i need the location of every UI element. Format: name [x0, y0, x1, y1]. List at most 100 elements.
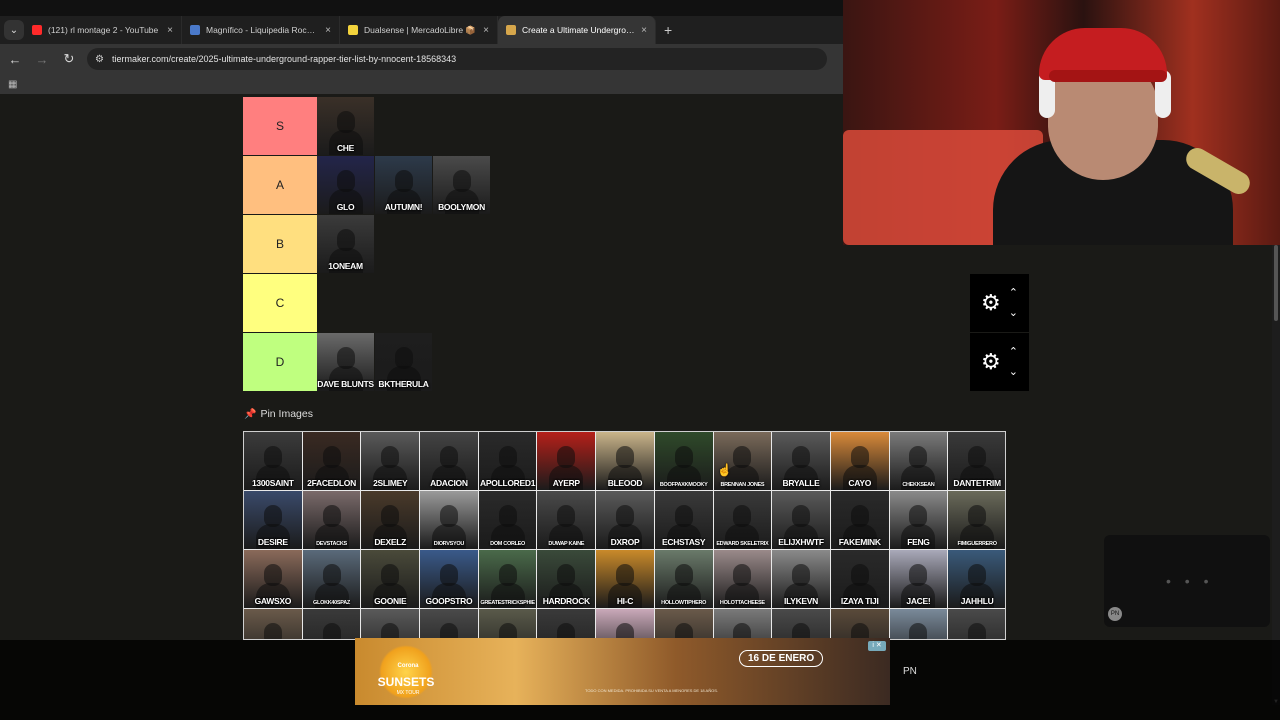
- rapper-card[interactable]: FAKEMINK: [830, 491, 890, 550]
- rapper-card[interactable]: CAYO: [830, 432, 890, 491]
- rapper-card[interactable]: HI-C: [596, 550, 655, 609]
- rapper-card[interactable]: 2SLIMEY: [361, 432, 421, 491]
- scrollbar-thumb[interactable]: [1274, 245, 1278, 321]
- rapper-card[interactable]: HOLOTTACHEESE: [713, 550, 773, 609]
- rapper-card[interactable]: HARDROCK: [537, 550, 597, 609]
- site-info-icon[interactable]: ⚙: [95, 54, 104, 65]
- rapper-card[interactable]: DANTETRIM: [948, 432, 1005, 491]
- side-widget[interactable]: • • • PN: [1104, 535, 1270, 627]
- rapper-card[interactable]: ELIJXHWTF: [772, 491, 831, 550]
- rapper-card[interactable]: BOOFPAXKMOOKY: [654, 432, 714, 491]
- close-icon[interactable]: ×: [167, 25, 173, 36]
- rapper-card[interactable]: BRENNAN JONES: [713, 432, 773, 491]
- mercadolibre-icon: [348, 25, 358, 35]
- rapper-card[interactable]: [478, 609, 538, 639]
- rapper-card[interactable]: DIORVSYOU: [420, 491, 479, 550]
- ad-info-icon[interactable]: i ✕: [868, 641, 886, 651]
- rapper-card[interactable]: [537, 609, 597, 639]
- rapper-card[interactable]: [713, 609, 773, 639]
- rapper-card[interactable]: FENG: [889, 491, 949, 550]
- rapper-card[interactable]: GLOKK40SPAZ: [302, 550, 362, 609]
- move-up-icon[interactable]: ⌃: [1009, 342, 1018, 362]
- reload-button[interactable]: ↻: [57, 47, 81, 71]
- rapper-card[interactable]: AYERP: [537, 432, 597, 491]
- tier-label[interactable]: A: [243, 156, 317, 214]
- gear-icon[interactable]: ⚙: [981, 349, 1001, 375]
- tier-drop-zone[interactable]: DAVE BLUNTS BKTHERULA: [317, 333, 1029, 391]
- rapper-name: FAKEMINK: [838, 537, 881, 547]
- pin-images-toggle[interactable]: 📌 Pin Images: [244, 408, 313, 420]
- rapper-card[interactable]: DOM CORLEO: [478, 491, 538, 550]
- tab-youtube[interactable]: (121) rl montage 2 - YouTube ×: [24, 16, 182, 44]
- rapper-card[interactable]: HOLLOWTIPHERO: [654, 550, 714, 609]
- rapper-card[interactable]: LANCEY: [948, 609, 1005, 639]
- tier-drop-zone[interactable]: [317, 274, 1029, 332]
- tier-label[interactable]: D: [243, 333, 317, 391]
- back-button[interactable]: ←: [3, 47, 27, 71]
- rapper-card[interactable]: JAYDES: [302, 609, 362, 639]
- rapper-card[interactable]: 1300SAINT: [244, 432, 303, 491]
- address-bar[interactable]: ⚙ tiermaker.com/create/2025-ultimate-und…: [87, 48, 827, 70]
- rapper-name: DOM CORLEO: [490, 541, 526, 547]
- rapper-card[interactable]: [361, 609, 421, 639]
- rapper-card[interactable]: GLO: [317, 156, 375, 214]
- rapper-card[interactable]: BKTHERULA: [375, 333, 433, 391]
- rapper-card[interactable]: AUTUMN!: [375, 156, 433, 214]
- rapper-card[interactable]: [772, 609, 831, 639]
- tier-label[interactable]: B: [243, 215, 317, 273]
- rapper-card[interactable]: [830, 609, 890, 639]
- rapper-card[interactable]: JACE!: [889, 550, 949, 609]
- rapper-card[interactable]: DEVSTACKS: [302, 491, 362, 550]
- ad-banner[interactable]: Corona SUNSETS MX TOUR TODO CON MEDIDA. …: [355, 638, 890, 705]
- forward-button[interactable]: →: [30, 47, 54, 71]
- close-icon[interactable]: ×: [483, 25, 489, 36]
- rapper-card[interactable]: ADACION: [420, 432, 479, 491]
- new-tab-button[interactable]: +: [664, 22, 672, 38]
- rapper-card[interactable]: GAWSXO: [244, 550, 303, 609]
- tab-search-button[interactable]: ⌄: [4, 20, 24, 40]
- webcam-cap-brim: [1049, 70, 1167, 82]
- rapper-card[interactable]: FIMIGUERRERO: [948, 491, 1005, 550]
- apps-grid-icon[interactable]: ▦: [8, 79, 17, 90]
- rapper-card[interactable]: GOONIE: [361, 550, 421, 609]
- rapper-name: APOLLORED1: [480, 478, 536, 488]
- close-icon[interactable]: ×: [325, 25, 331, 36]
- rapper-card[interactable]: BRYALLE: [772, 432, 831, 491]
- rapper-card[interactable]: IZAYA TIJI: [830, 550, 890, 609]
- tab-mercadolibre[interactable]: Dualsense | MercadoLibre 📦 ×: [340, 16, 498, 44]
- rapper-card[interactable]: DUWAP KAINE: [537, 491, 597, 550]
- rapper-card[interactable]: JAKSTP: [244, 609, 303, 639]
- rapper-card[interactable]: DAVE BLUNTS: [317, 333, 375, 391]
- rapper-card[interactable]: JAHHLU: [948, 550, 1005, 609]
- close-icon[interactable]: ×: [641, 25, 647, 36]
- rapper-card[interactable]: 2FACEDLON: [302, 432, 362, 491]
- rapper-card[interactable]: ECHSTASY: [654, 491, 714, 550]
- rapper-card[interactable]: BLEOOD: [596, 432, 655, 491]
- page-scrollbar[interactable]: ▲ ▼: [1272, 245, 1280, 705]
- move-down-icon[interactable]: ⌄: [1009, 362, 1018, 382]
- ad-fine-print: TODO CON MEDIDA. PROHIBIDA SU VENTA A ME…: [585, 688, 718, 693]
- rapper-card[interactable]: GREATESTRICKSPHIE: [478, 550, 538, 609]
- rapper-card[interactable]: KYBLAKY: [889, 609, 949, 639]
- rapper-card[interactable]: CHEKKSEAN: [889, 432, 949, 491]
- tier-label[interactable]: C: [243, 274, 317, 332]
- rapper-card[interactable]: 1ONEAM: [317, 215, 375, 273]
- move-down-icon[interactable]: ⌄: [1009, 303, 1018, 323]
- rapper-card[interactable]: GOOPSTRO: [420, 550, 479, 609]
- rapper-card[interactable]: DESIRE: [244, 491, 303, 550]
- rapper-card[interactable]: [420, 609, 479, 639]
- tab-tiermaker[interactable]: Create a Ultimate Underground ×: [498, 16, 656, 44]
- tier-label[interactable]: S: [243, 97, 317, 155]
- move-up-icon[interactable]: ⌃: [1009, 283, 1018, 303]
- rapper-card[interactable]: CHE: [317, 97, 375, 155]
- rapper-card[interactable]: [654, 609, 714, 639]
- rapper-card[interactable]: DEXELZ: [361, 491, 421, 550]
- rapper-card[interactable]: DXROP: [596, 491, 655, 550]
- rapper-card[interactable]: EDWARD SKELETRIX: [713, 491, 773, 550]
- rapper-card[interactable]: ILYKEVN: [772, 550, 831, 609]
- gear-icon[interactable]: ⚙: [981, 290, 1001, 316]
- rapper-card[interactable]: APOLLORED1: [478, 432, 538, 491]
- rapper-card[interactable]: BOOLYMON: [433, 156, 491, 214]
- rapper-card[interactable]: [596, 609, 655, 639]
- tab-liquipedia[interactable]: Magnífico - Liquipedia Rocket League ×: [182, 16, 340, 44]
